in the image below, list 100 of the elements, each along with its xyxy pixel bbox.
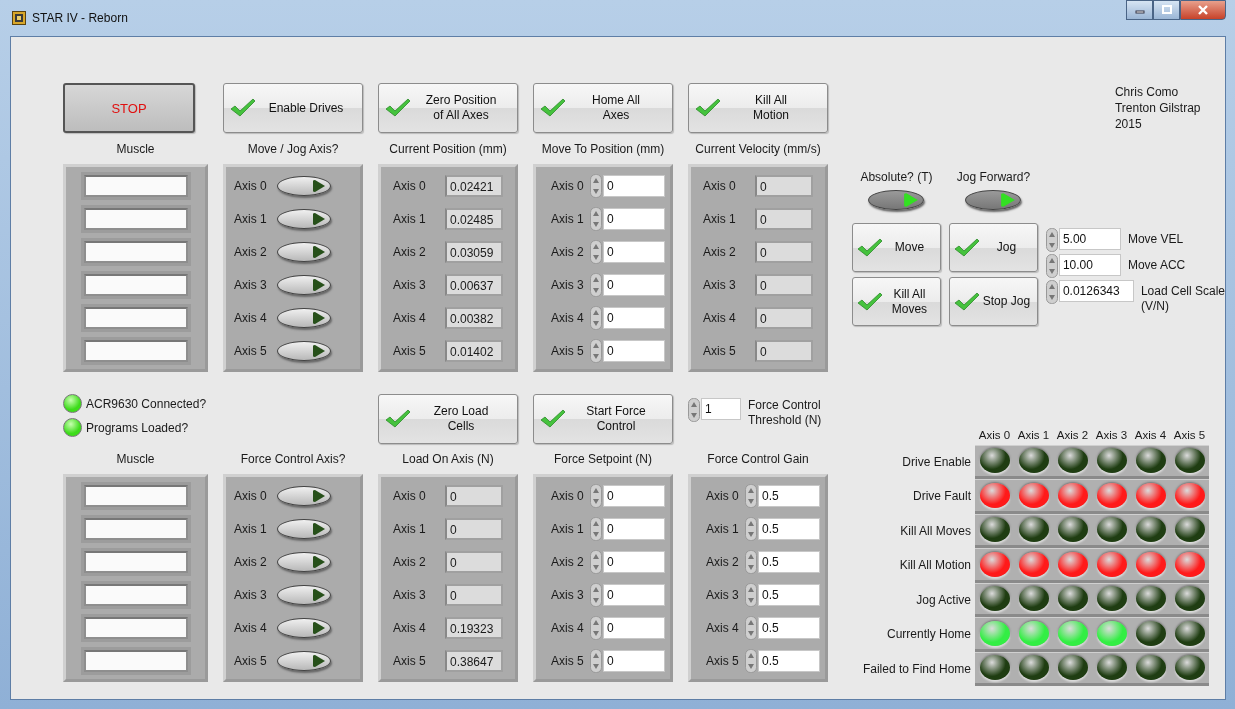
axis-label: Axis 0 — [234, 488, 268, 503]
toggle-switch[interactable] — [277, 340, 331, 361]
checkmark-button[interactable]: Kill All Moves — [851, 277, 941, 326]
number-field[interactable]: 0.5 — [758, 616, 820, 639]
axis-label: Axis 4 — [234, 620, 268, 635]
number-field[interactable]: 5.00 — [1058, 228, 1121, 250]
checkmark-button[interactable]: Home All Axes — [533, 83, 673, 133]
value-display: 0 — [755, 174, 813, 197]
spin-buttons[interactable] — [590, 338, 602, 363]
spin-buttons[interactable] — [745, 549, 757, 574]
number-field[interactable]: 0.0126343 — [1058, 280, 1134, 302]
value-display: 0 — [445, 583, 503, 606]
spin-buttons[interactable] — [590, 305, 602, 330]
toggle-label: Absolute? (T) — [860, 170, 933, 184]
text-field[interactable] — [83, 207, 188, 230]
toggle-switch[interactable] — [277, 650, 331, 671]
number-field[interactable]: 1 — [701, 398, 741, 420]
spin-buttons[interactable] — [590, 549, 602, 574]
number-field[interactable]: 0 — [603, 583, 665, 606]
toggle-switch[interactable] — [277, 485, 331, 506]
spin-buttons[interactable] — [590, 206, 602, 231]
spin-buttons[interactable] — [590, 648, 602, 673]
toggle-switch[interactable] — [277, 241, 331, 262]
toggle-switch[interactable] — [277, 584, 331, 605]
spin-buttons[interactable] — [590, 615, 602, 640]
checkmark-button[interactable]: Stop Jog — [948, 277, 1038, 326]
checkmark-button[interactable]: Zero Load Cells — [378, 394, 518, 444]
number-field[interactable]: 0 — [603, 273, 665, 296]
cluster-label: Current Velocity (mm/s) — [694, 140, 822, 158]
text-field[interactable] — [83, 484, 188, 507]
number-field[interactable]: 0.5 — [758, 550, 820, 573]
column-header: Axis 3 — [1094, 428, 1129, 441]
toggle-switch[interactable] — [277, 307, 331, 328]
number-field[interactable]: 0.5 — [758, 649, 820, 672]
spin-buttons[interactable] — [1045, 254, 1058, 278]
text-field[interactable] — [83, 273, 188, 296]
text-field[interactable] — [83, 174, 188, 197]
checkmark-button[interactable]: Zero Position of All Axes — [378, 83, 518, 133]
text-field[interactable] — [83, 306, 188, 329]
spin-buttons[interactable] — [688, 398, 700, 422]
checkmark-button[interactable]: Enable Drives — [223, 83, 363, 133]
value-display: 0 — [755, 273, 813, 296]
number-field[interactable]: 0.5 — [758, 583, 820, 606]
toggle-switch[interactable] — [868, 190, 925, 210]
text-field[interactable] — [83, 616, 188, 639]
spin-buttons[interactable] — [590, 272, 602, 297]
spin-buttons[interactable] — [590, 239, 602, 264]
toggle-switch[interactable] — [965, 190, 1022, 210]
spin-buttons[interactable] — [590, 483, 602, 508]
checkmark-button[interactable]: Jog — [948, 223, 1038, 272]
number-field[interactable]: 0 — [603, 207, 665, 230]
text-field[interactable] — [83, 550, 188, 573]
number-field[interactable]: 0.5 — [758, 484, 820, 507]
value-display: 0.00637 — [445, 273, 503, 296]
value-display: 0.02485 — [445, 207, 503, 230]
cluster-label: Force Setpoint (N) — [552, 451, 653, 468]
toggle-switch[interactable] — [277, 617, 331, 638]
spin-buttons[interactable] — [745, 516, 757, 541]
checkmark-button[interactable]: Move — [851, 223, 941, 272]
number-field[interactable]: 0 — [603, 517, 665, 540]
toggle-switch[interactable] — [277, 518, 331, 539]
value-display: 0 — [755, 339, 813, 362]
number-field[interactable]: 0 — [603, 240, 665, 263]
number-field[interactable]: 0 — [603, 484, 665, 507]
column-header: Axis 5 — [1172, 428, 1207, 441]
checkmark-button[interactable]: Start Force Control — [533, 394, 673, 444]
number-field[interactable]: 0 — [603, 174, 665, 197]
toggle-switch[interactable] — [277, 175, 331, 196]
spin-buttons[interactable] — [745, 615, 757, 640]
text-field[interactable] — [83, 517, 188, 540]
spin-buttons[interactable] — [745, 582, 757, 607]
checkmark-button[interactable]: Kill All Motion — [688, 83, 828, 133]
axis-label: Axis 5 — [706, 653, 740, 668]
number-field[interactable]: 0 — [603, 306, 665, 329]
toggle-switch[interactable] — [277, 551, 331, 572]
minimize-button[interactable] — [1126, 0, 1153, 20]
number-field[interactable]: 0 — [603, 616, 665, 639]
text-field[interactable] — [83, 583, 188, 606]
spin-buttons[interactable] — [590, 582, 602, 607]
close-button[interactable] — [1180, 0, 1226, 20]
spin-buttons[interactable] — [1045, 228, 1058, 252]
number-field[interactable]: 0 — [603, 649, 665, 672]
spin-buttons[interactable] — [590, 516, 602, 541]
number-field[interactable]: 10.00 — [1058, 254, 1121, 276]
number-field[interactable]: 0.5 — [758, 517, 820, 540]
maximize-button[interactable] — [1153, 0, 1180, 20]
spin-buttons[interactable] — [590, 173, 602, 198]
text-field[interactable] — [83, 649, 188, 672]
axis-label: Axis 0 — [551, 178, 585, 193]
spin-buttons[interactable] — [745, 483, 757, 508]
number-field[interactable]: 0 — [603, 550, 665, 573]
toggle-switch[interactable] — [277, 274, 331, 295]
axis-label: Axis 4 — [393, 310, 427, 325]
toggle-switch[interactable] — [277, 208, 331, 229]
number-field[interactable]: 0 — [603, 339, 665, 362]
checkmark-icon — [695, 98, 721, 118]
text-field[interactable] — [83, 339, 188, 362]
text-field[interactable] — [83, 240, 188, 263]
spin-buttons[interactable] — [1045, 280, 1058, 304]
spin-buttons[interactable] — [745, 648, 757, 673]
